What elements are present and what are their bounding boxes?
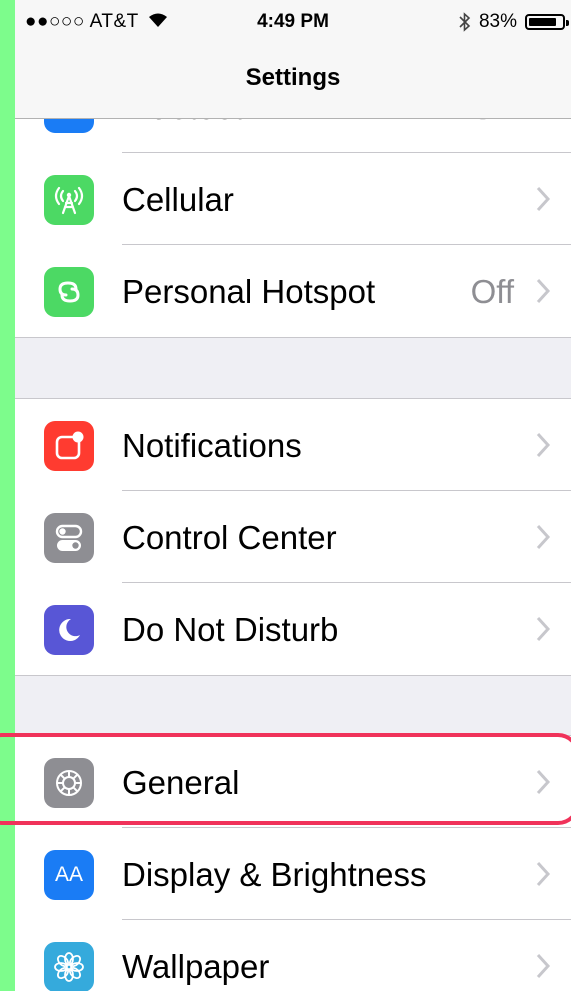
status-bar: ●●○○○ AT&T 4:49 PM 83% — [15, 0, 571, 40]
cellular-antenna-icon — [44, 175, 94, 225]
display-aa-text: AA — [54, 863, 83, 886]
chevron-right-icon — [536, 278, 551, 304]
battery-icon — [525, 14, 569, 30]
wallpaper-label: Wallpaper — [122, 948, 270, 985]
row-do-not-disturb[interactable]: Do Not Disturb — [15, 583, 571, 675]
notifications-icon — [44, 421, 94, 471]
chevron-right-icon — [536, 861, 551, 887]
settings-screen: Bluetooth On Cellular Personal Hotspot O… — [15, 0, 571, 991]
row-cellular[interactable]: Cellular — [15, 153, 571, 245]
notifications-label: Notifications — [122, 427, 302, 464]
row-display-brightness[interactable]: AA Display & Brightness — [15, 828, 571, 920]
do-not-disturb-label: Do Not Disturb — [122, 611, 339, 648]
battery-percent: 83% — [478, 11, 517, 32]
personal-hotspot-value: Off — [470, 273, 514, 310]
display-brightness-label: Display & Brightness — [122, 856, 427, 893]
status-right: 83% — [459, 11, 569, 33]
row-control-center[interactable]: Control Center — [15, 491, 571, 583]
chevron-right-icon — [536, 953, 551, 979]
general-label: General — [122, 764, 240, 801]
display-aa-icon: AA — [44, 850, 94, 900]
control-center-icon — [44, 513, 94, 563]
bluetooth-icon — [459, 12, 471, 32]
row-personal-hotspot[interactable]: Personal Hotspot Off — [15, 245, 571, 337]
general-group: General AA Display & Brightness Wallpape… — [15, 735, 571, 991]
personal-hotspot-label: Personal Hotspot — [122, 273, 376, 310]
chevron-right-icon — [536, 616, 551, 642]
notifications-group: Notifications Control Center Do Not Dist… — [15, 398, 571, 676]
gear-icon — [44, 758, 94, 808]
chevron-right-icon — [536, 432, 551, 458]
cellular-label: Cellular — [122, 181, 234, 218]
chevron-right-icon — [536, 186, 551, 212]
chevron-right-icon — [536, 524, 551, 550]
navigation-bar: Settings — [15, 40, 571, 119]
row-notifications[interactable]: Notifications — [15, 399, 571, 491]
row-general[interactable]: General — [15, 736, 571, 828]
battery-fill — [529, 18, 556, 26]
row-wallpaper[interactable]: Wallpaper — [15, 920, 571, 991]
chevron-right-icon — [536, 769, 551, 795]
control-center-label: Control Center — [122, 519, 337, 556]
hotspot-link-icon — [44, 267, 94, 317]
wallpaper-flower-icon — [44, 942, 94, 991]
moon-icon — [44, 605, 94, 655]
page-title: Settings — [245, 64, 341, 91]
